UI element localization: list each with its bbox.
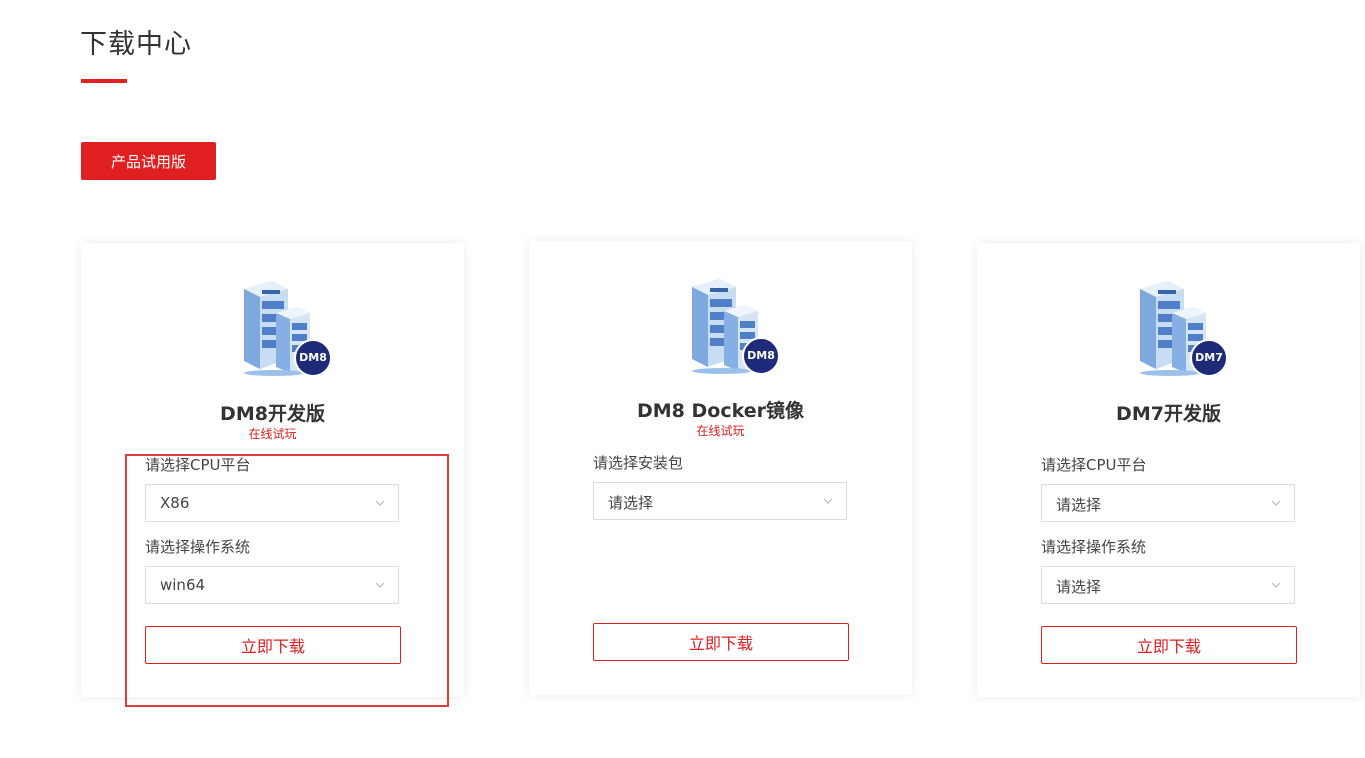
- dm8-badge: DM8: [742, 337, 780, 375]
- chevron-down-icon: [375, 500, 385, 506]
- select-value: 请选择: [608, 494, 654, 512]
- cpu-platform-label: 请选择CPU平台: [1041, 456, 1147, 474]
- download-button[interactable]: 立即下载: [1041, 626, 1297, 664]
- select-value: 请选择: [1056, 496, 1102, 514]
- title-underline: [81, 79, 127, 83]
- cpu-platform-select[interactable]: 请选择: [1041, 484, 1295, 522]
- select-value: win64: [160, 576, 206, 594]
- chevron-down-icon: [823, 498, 833, 504]
- product-card-dm8-dev: DM8 DM8开发版 在线试玩 请选择CPU平台 X86 请选择操作系统 win…: [81, 243, 464, 697]
- product-card-dm8-docker: DM8 DM8 Docker镜像 在线试玩 请选择安装包 请选择 立即下载: [529, 241, 912, 695]
- dm7-badge: DM7: [1190, 339, 1228, 377]
- page-title: 下载中心: [80, 29, 192, 61]
- install-package-label: 请选择安装包: [593, 454, 684, 472]
- online-trial-link[interactable]: 在线试玩: [529, 422, 912, 439]
- cpu-platform-select[interactable]: X86: [145, 484, 399, 522]
- chevron-down-icon: [375, 582, 385, 588]
- card-title: DM7开发版: [1116, 403, 1221, 425]
- dm8-badge: DM8: [294, 339, 332, 377]
- select-value: X86: [160, 494, 190, 512]
- os-select[interactable]: 请选择: [1041, 566, 1295, 604]
- chevron-down-icon: [1271, 582, 1281, 588]
- card-title: DM8 Docker镜像: [637, 400, 804, 422]
- online-trial-link[interactable]: 在线试玩: [81, 425, 464, 442]
- cpu-platform-label: 请选择CPU平台: [145, 456, 251, 474]
- download-button[interactable]: 立即下载: [145, 626, 401, 664]
- os-select[interactable]: win64: [145, 566, 399, 604]
- server-stack-icon: DM8: [236, 277, 332, 377]
- server-stack-icon: DM8: [684, 275, 780, 375]
- os-label: 请选择操作系统: [1041, 538, 1147, 556]
- tab-trial-version[interactable]: 产品试用版: [81, 142, 216, 180]
- product-card-dm7-dev: DM7 DM7开发版 请选择CPU平台 请选择 请选择操作系统 请选择 立即下载: [977, 243, 1360, 697]
- download-button[interactable]: 立即下载: [593, 623, 849, 661]
- chevron-down-icon: [1271, 500, 1281, 506]
- select-value: 请选择: [1056, 578, 1102, 596]
- server-stack-icon: DM7: [1132, 277, 1228, 377]
- os-label: 请选择操作系统: [145, 538, 251, 556]
- card-title: DM8开发版: [220, 403, 325, 425]
- install-package-select[interactable]: 请选择: [593, 482, 847, 520]
